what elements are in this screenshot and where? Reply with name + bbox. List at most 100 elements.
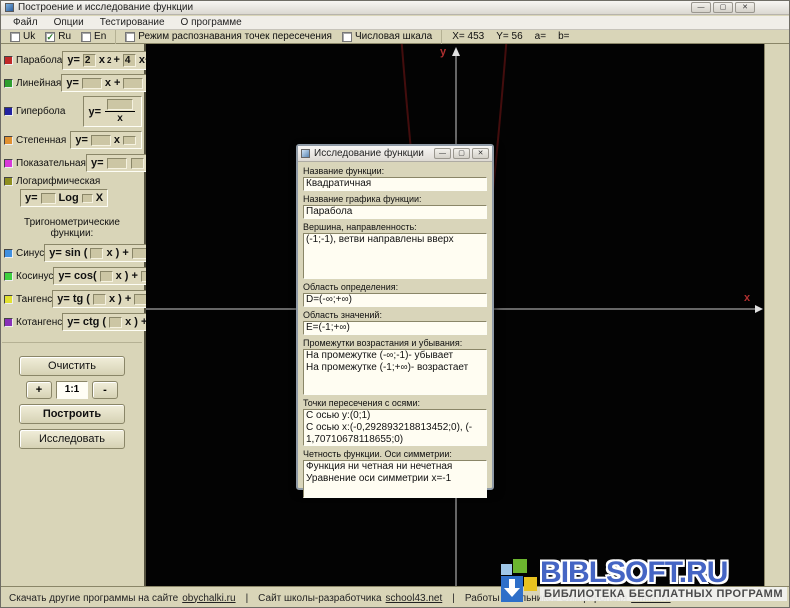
dialog-input-axis-intersections[interactable]: С осью y:(0;1)С осью x:(-0,2928932188134…	[303, 409, 487, 446]
dialog-input-graph-name[interactable]: Парабола	[303, 205, 487, 219]
dialog-input-line: Уравнение оси симметрии x=-1	[306, 473, 484, 485]
function-row-logarithmic: Логарифмическаяy=LogX	[2, 176, 142, 207]
option-numeric-scale-checkbox-box[interactable]	[342, 32, 352, 42]
function-row-power: Степенная y= x	[2, 130, 142, 150]
dialog-label-monotonicity: Промежутки возрастания и убывания:	[303, 337, 487, 349]
zoom-out-button[interactable]: -	[92, 381, 118, 399]
hyperbola-numerator-input[interactable]	[107, 99, 133, 110]
power-coef-input[interactable]	[91, 135, 111, 146]
dialog-field-axis-intersections: Точки пересечения с осями:С осью y:(0;1)…	[303, 397, 487, 446]
power-formula-text: x	[114, 134, 120, 146]
dialog-input-line: С осью y:(0;1)	[306, 410, 484, 422]
status-link-school43.net[interactable]: school43.net	[386, 593, 443, 604]
zoom-in-button[interactable]: +	[26, 381, 52, 399]
power-label: Степенная	[16, 135, 66, 146]
investigate-button[interactable]: Исследовать	[19, 429, 125, 449]
functions-panel: Параболаy=2x2+4x+1Линейнаяy=x +Гипербола…	[1, 44, 146, 586]
build-button[interactable]: Построить	[19, 404, 125, 424]
dialog-input-function-name[interactable]: Квадратичная	[303, 177, 487, 191]
sine-formula-text: x ) +	[106, 247, 128, 259]
title-bar: Построение и исследование функции —▢✕	[1, 1, 789, 15]
sine-formula: y= sin (x ) +	[44, 244, 155, 262]
parabola-formula-text: x	[99, 54, 105, 66]
exponential-coef-input[interactable]	[107, 158, 127, 169]
scale-indicator: 1:1	[56, 381, 88, 399]
hyperbola-color-swatch	[4, 107, 13, 116]
options-group: Режим распознавания точек пересечения Чис…	[116, 30, 442, 44]
lang-en-checkbox[interactable]: En	[81, 31, 106, 42]
function-row-sine: Синусy= sin (x ) +	[2, 243, 142, 263]
cosine-formula-text: y= cos(	[58, 270, 96, 282]
window-maximize-button[interactable]: ▢	[713, 2, 733, 13]
hyperbola-fraction-bar	[105, 111, 135, 112]
dialog-input-vertex-direction[interactable]: (-1;-1), ветви направлены вверх	[303, 233, 487, 279]
lang-uk-checkbox-box[interactable]	[10, 32, 20, 42]
clear-button[interactable]: Очистить	[19, 356, 125, 376]
cotangent-color-swatch	[4, 318, 13, 327]
linear-coef-input[interactable]	[82, 78, 102, 89]
logarithmic-formula-text: X	[96, 192, 103, 204]
menu-item-2[interactable]: Тестирование	[92, 17, 173, 28]
menu-item-0[interactable]: Файл	[5, 17, 46, 28]
coordinate-readouts: X= 453Y= 56a= b=	[442, 30, 579, 44]
lang-ru-checkbox[interactable]: ✓Ru	[45, 31, 71, 42]
readout-x: X= 453	[452, 31, 484, 42]
window-close-button[interactable]: ✕	[735, 2, 755, 13]
sine-coef-input[interactable]	[90, 248, 103, 259]
logarithmic-formula: y=LogX	[20, 189, 108, 207]
y-axis-arrow	[452, 47, 460, 56]
lang-uk-checkbox[interactable]: Uk	[10, 31, 35, 42]
logarithmic-coef-input[interactable]	[82, 194, 93, 203]
logarithmic-coef-input[interactable]	[41, 193, 56, 204]
parabola-formula-text: y=	[67, 54, 80, 66]
option-intersection-mode-checkbox[interactable]: Режим распознавания точек пересечения	[125, 31, 332, 42]
menu-item-3[interactable]: О программе	[173, 17, 250, 28]
window-controls: —▢✕	[691, 2, 755, 13]
app-icon	[5, 3, 14, 12]
readout-a: a=	[535, 31, 546, 42]
parabola-coef-input[interactable]: 4	[123, 54, 136, 67]
x-axis-label: x	[744, 292, 750, 304]
wm-yellow-square	[524, 577, 537, 591]
cotangent-formula-text: y= ctg (	[67, 316, 106, 328]
function-row-cotangent: Котангенсy= ctg (x ) +	[2, 312, 142, 332]
option-intersection-mode-checkbox-box[interactable]	[125, 32, 135, 42]
cosine-coef-input[interactable]	[100, 271, 113, 282]
power-coef-input[interactable]	[123, 136, 136, 145]
lang-ru-checkbox-box[interactable]: ✓	[45, 32, 55, 42]
lang-en-checkbox-box[interactable]	[81, 32, 91, 42]
toolbar: Uk ✓Ru En Режим распознавания точек пересе…	[1, 30, 789, 44]
exponential-coef-input[interactable]	[131, 158, 144, 169]
dialog-input-range[interactable]: E=(-1;+∞)	[303, 321, 487, 335]
parabola-color-swatch	[4, 56, 13, 65]
dialog-input-domain[interactable]: D=(-∞;+∞)	[303, 293, 487, 307]
function-row-hyperbola: Гиперболаy=x	[2, 96, 142, 127]
function-row-tangent: Тангенсy= tg (x ) +	[2, 289, 142, 309]
cotangent-coef-input[interactable]	[109, 317, 122, 328]
status-separator: |	[246, 593, 249, 604]
dialog-title-bar[interactable]: Исследование функции —▢✕	[298, 146, 492, 162]
dialog-input-parity-symmetry[interactable]: Функция ни четная ни нечетнаяУравнение о…	[303, 460, 487, 498]
tangent-coef-input[interactable]	[93, 294, 106, 305]
dialog-input-line: Парабола	[306, 206, 484, 218]
dialog-input-line: На промежутке (-1;+∞)- возрастает	[306, 362, 484, 374]
power-color-swatch	[4, 136, 13, 145]
dialog-input-line: (-1;-1), ветви направлены вверх	[306, 234, 484, 246]
dialog-close-button[interactable]: ✕	[472, 148, 489, 159]
dialog-maximize-button[interactable]: ▢	[453, 148, 470, 159]
status-link-obychalki.ru[interactable]: obychalki.ru	[182, 593, 235, 604]
power-formula-text: y=	[75, 134, 88, 146]
option-numeric-scale-checkbox[interactable]: Числовая шкала	[342, 31, 432, 42]
logarithmic-color-swatch	[4, 177, 13, 186]
linear-coef-input[interactable]	[123, 78, 143, 89]
dialog-field-range: Область значений:E=(-1;+∞)	[303, 309, 487, 335]
dialog-minimize-button[interactable]: —	[434, 148, 451, 159]
parabola-coef-input[interactable]: 2	[83, 54, 96, 67]
hyperbola-denominator: x	[117, 113, 123, 124]
menu-item-1[interactable]: Опции	[46, 17, 92, 28]
dialog-input-line: Квадратичная	[306, 178, 484, 190]
panel-buttons: Очистить + 1:1 - Построить Исследовать	[2, 342, 142, 449]
linear-label: Линейная	[16, 78, 61, 89]
dialog-input-monotonicity[interactable]: На промежутке (-∞;-1)- убываетНа промежу…	[303, 349, 487, 395]
window-minimize-button[interactable]: —	[691, 2, 711, 13]
